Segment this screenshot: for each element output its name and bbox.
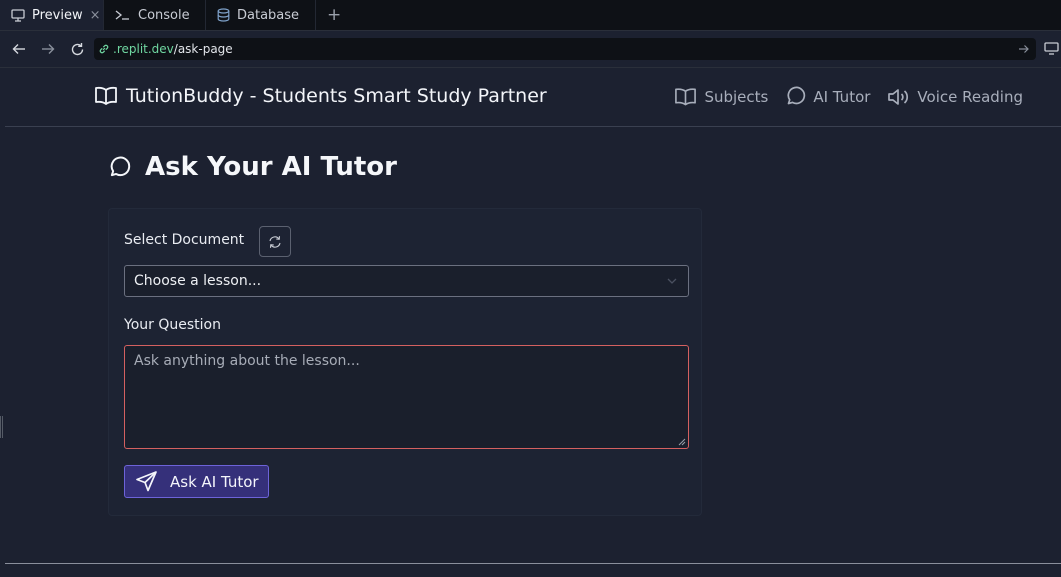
chevron-down-icon (667, 278, 677, 284)
tab-label: Console (138, 7, 190, 23)
url-domain: .replit.dev (113, 42, 174, 56)
terminal-icon (115, 10, 129, 20)
database-icon (217, 8, 230, 22)
devtools-button[interactable] (1044, 40, 1059, 59)
go-arrow-icon[interactable] (1018, 44, 1030, 54)
document-label: Select Document (124, 232, 245, 248)
address-bar: .replit.dev/ask-page (0, 31, 1061, 68)
url-path: /ask-page (173, 42, 233, 56)
url-field[interactable]: .replit.dev/ask-page (94, 38, 1036, 60)
question-textarea[interactable]: Ask anything about the lesson... (124, 345, 689, 449)
nav-voice-reading[interactable]: Voice Reading (887, 87, 1023, 107)
brand[interactable]: TutionBuddy - Students Smart Study Partn… (94, 85, 547, 107)
back-button[interactable] (9, 39, 29, 59)
forward-button[interactable] (38, 39, 58, 59)
screen-icon (1044, 41, 1059, 55)
send-icon (136, 471, 157, 492)
close-icon[interactable]: × (90, 8, 101, 23)
new-tab-button[interactable]: + (316, 0, 352, 30)
chat-bubble-icon (787, 86, 806, 105)
nav-label: Subjects (704, 87, 769, 106)
button-label: Ask AI Tutor (170, 472, 259, 491)
top-nav: Subjects AI Tutor Voice Reading (674, 86, 1023, 107)
ask-ai-tutor-button[interactable]: Ask AI Tutor (124, 465, 269, 498)
brand-title: TutionBuddy - Students Smart Study Partn… (126, 85, 547, 107)
book-open-icon (95, 86, 117, 105)
nav-label: Voice Reading (917, 87, 1023, 106)
book-icon (675, 87, 697, 105)
document-select[interactable]: Choose a lesson... (124, 265, 689, 297)
refresh-icon (269, 235, 281, 248)
link-icon (99, 44, 109, 54)
resize-handle[interactable] (0, 416, 3, 438)
page-heading: Ask Your AI Tutor (108, 152, 397, 182)
page-title: Ask Your AI Tutor (145, 152, 397, 182)
arrow-left-icon (12, 44, 25, 54)
tab-console[interactable]: Console (104, 0, 206, 30)
tab-preview[interactable]: Preview × (0, 0, 104, 30)
refresh-documents-button[interactable] (259, 226, 291, 257)
question-label: Your Question (124, 317, 221, 333)
ask-form-card: Select Document Choose a lesson... Your … (108, 208, 702, 516)
tab-label: Database (237, 7, 300, 23)
reload-icon (71, 42, 83, 55)
select-value: Choose a lesson... (134, 273, 262, 289)
ide-tab-strip: Preview × Console Database + (0, 0, 1061, 31)
app-header: TutionBuddy - Students Smart Study Partn… (5, 68, 1061, 127)
nav-subjects[interactable]: Subjects (674, 87, 768, 107)
nav-ai-tutor[interactable]: AI Tutor (785, 86, 870, 107)
speaker-icon (888, 88, 909, 105)
tab-database[interactable]: Database (206, 0, 316, 30)
resize-grip-icon[interactable] (678, 438, 686, 446)
arrow-right-icon (42, 44, 55, 54)
question-placeholder: Ask anything about the lesson... (134, 353, 360, 369)
footer-divider (5, 563, 1061, 564)
tab-label: Preview (32, 7, 83, 23)
monitor-icon (11, 8, 25, 22)
nav-label: AI Tutor (813, 87, 871, 106)
reload-button[interactable] (67, 39, 87, 59)
chat-bubble-icon (110, 156, 131, 176)
